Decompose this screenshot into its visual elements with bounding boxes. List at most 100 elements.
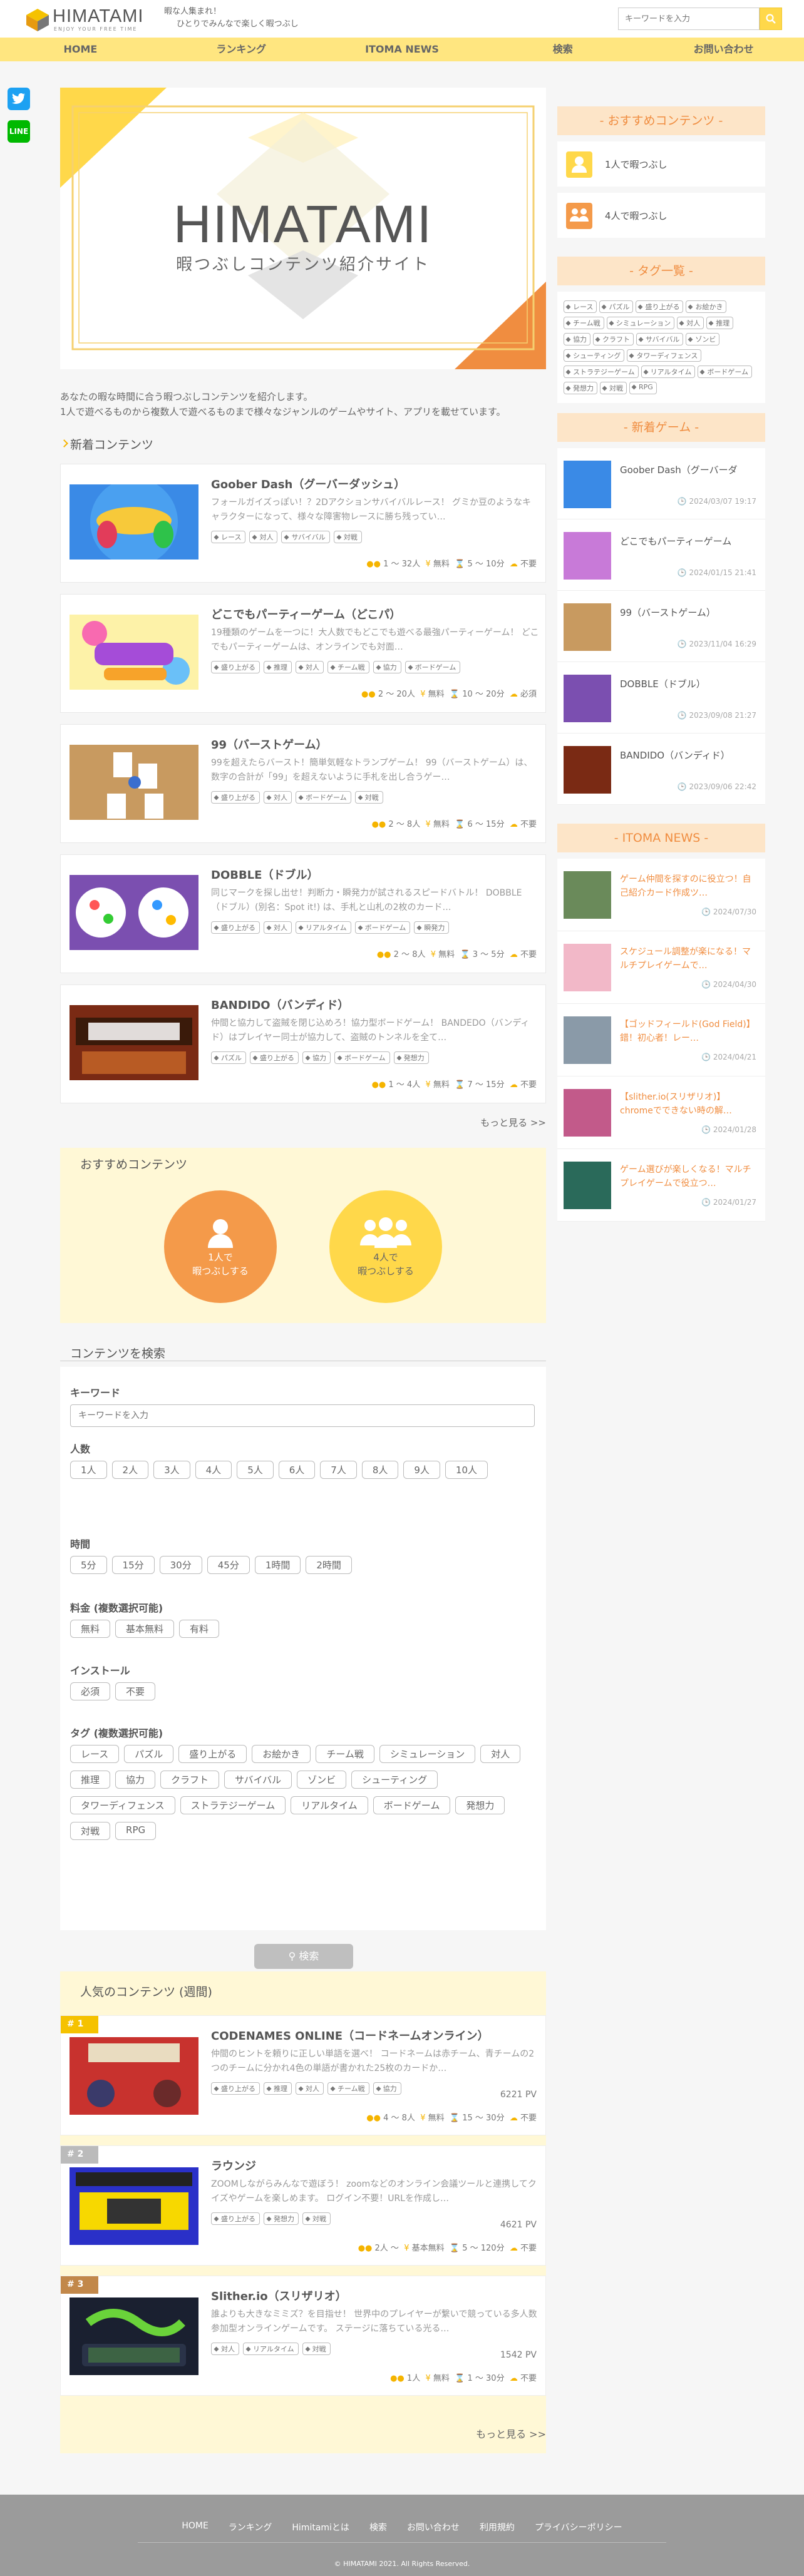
footer-link-ranking[interactable]: ランキング bbox=[229, 2521, 272, 2533]
popular-card[interactable]: # 2 ラウンジ ZOOMしながらみんなで遊ぼう！ zoomなどのオンライン会議… bbox=[60, 2145, 546, 2266]
tag-filter-chip[interactable]: クラフト bbox=[160, 1771, 220, 1789]
new-contents-more-link[interactable]: もっと見る >> bbox=[60, 1116, 546, 1129]
tag-filter-chip[interactable]: 盛り上がる bbox=[178, 1745, 247, 1763]
price-chip[interactable]: 無料 bbox=[70, 1620, 111, 1638]
time-chip[interactable]: 5分 bbox=[70, 1556, 107, 1574]
nav-ranking[interactable]: ランキング bbox=[161, 38, 322, 61]
tag-chip[interactable]: リアルタイム bbox=[641, 365, 696, 378]
tag-chip[interactable]: パズル bbox=[211, 1051, 246, 1064]
nav-search[interactable]: 検索 bbox=[482, 38, 643, 61]
footer-link-search[interactable]: 検索 bbox=[369, 2521, 387, 2533]
tag-chip[interactable]: 対戦 bbox=[354, 791, 383, 804]
tag-chip[interactable]: 盛り上がる bbox=[211, 661, 260, 673]
recommend-group-button[interactable]: 4人で 暇つぶしする bbox=[329, 1190, 442, 1303]
footer-link-about[interactable]: Himitamiとは bbox=[292, 2521, 349, 2533]
content-card[interactable]: DOBBLE（ドブル） 同じマークを探し出せ！判断力・瞬発力が試されるスピードバ… bbox=[60, 854, 546, 973]
install-chip[interactable]: 必須 bbox=[70, 1682, 111, 1700]
sidebar-news-item[interactable]: 【slither.io(スリザリオ)】chromeでできない時の解… 🕒 202… bbox=[557, 1076, 765, 1149]
tag-chip[interactable]: ストラテジーゲーム bbox=[564, 365, 639, 378]
tag-filter-chip[interactable]: ストラテジーゲーム bbox=[180, 1796, 286, 1814]
tag-filter-chip[interactable]: 推理 bbox=[70, 1771, 111, 1789]
tag-chip[interactable]: 盛り上がる bbox=[250, 1051, 299, 1064]
tag-filter-chip[interactable]: 対戦 bbox=[70, 1822, 111, 1840]
tag-filter-chip[interactable]: RPG bbox=[115, 1822, 157, 1840]
tag-chip[interactable]: 瞬発力 bbox=[414, 921, 450, 934]
time-chip[interactable]: 1時間 bbox=[254, 1556, 301, 1574]
tag-chip[interactable]: 推理 bbox=[706, 317, 734, 329]
tag-filter-chip[interactable]: ボードゲーム bbox=[373, 1796, 451, 1814]
tag-filter-chip[interactable]: チーム戦 bbox=[316, 1745, 374, 1763]
tag-chip[interactable]: 盛り上がる bbox=[211, 2212, 260, 2225]
tag-chip[interactable]: レース bbox=[564, 300, 597, 313]
tag-filter-chip[interactable]: リアルタイム bbox=[291, 1796, 368, 1814]
tag-filter-chip[interactable]: パズル bbox=[124, 1745, 174, 1763]
content-title[interactable]: Goober Dash（グーバーダッシュ） bbox=[211, 476, 405, 492]
tag-chip[interactable]: サバイバル bbox=[636, 333, 684, 345]
tag-chip[interactable]: 対人 bbox=[249, 531, 278, 543]
sidebar-game-item[interactable]: DOBBLE（ドブル） 🕒 2023/09/08 21:27 bbox=[557, 662, 765, 733]
sidebar-recommend-solo[interactable]: 1人で暇つぶし bbox=[557, 141, 765, 187]
tag-chip[interactable]: 協力 bbox=[373, 2082, 401, 2095]
tag-chip[interactable]: レース bbox=[211, 531, 246, 543]
sidebar-news-item[interactable]: スケジュール調整が楽になる！マルチプレイゲームで… 🕒 2024/04/30 bbox=[557, 931, 765, 1004]
tag-chip[interactable]: 対人 bbox=[211, 2343, 239, 2355]
recommend-solo-button[interactable]: 1人で 暇つぶしする bbox=[164, 1190, 277, 1303]
players-chip[interactable]: 5人 bbox=[237, 1461, 274, 1479]
players-chip[interactable]: 7人 bbox=[320, 1461, 357, 1479]
players-chip[interactable]: 4人 bbox=[195, 1461, 232, 1479]
popular-more-link[interactable]: もっと見る >> bbox=[476, 2426, 546, 2441]
sidebar-news-item[interactable]: 【ゴッドフィールド(God Field)】 錯！初心者！レー… 🕒 2024/0… bbox=[557, 1004, 765, 1076]
footer-link-contact[interactable]: お問い合わせ bbox=[407, 2521, 460, 2533]
install-chip[interactable]: 不要 bbox=[115, 1682, 156, 1700]
tag-chip[interactable]: 推理 bbox=[264, 2082, 292, 2095]
tag-chip[interactable]: 協力 bbox=[302, 1051, 331, 1064]
tag-filter-chip[interactable]: 協力 bbox=[115, 1771, 156, 1789]
tag-chip[interactable]: 盛り上がる bbox=[636, 300, 684, 313]
content-title[interactable]: CODENAMES ONLINE（コードネームオンライン） bbox=[211, 2027, 489, 2043]
keyword-input[interactable] bbox=[70, 1404, 535, 1427]
sidebar-game-item[interactable]: 99（バーストゲーム） 🕒 2023/11/04 16:29 bbox=[557, 591, 765, 662]
tag-chip[interactable]: 対戦 bbox=[600, 382, 627, 394]
tag-chip[interactable]: タワーディフェンス bbox=[627, 349, 702, 362]
players-chip[interactable]: 3人 bbox=[153, 1461, 190, 1479]
tag-chip[interactable]: 対戦 bbox=[302, 2212, 331, 2225]
players-chip[interactable]: 8人 bbox=[361, 1461, 399, 1479]
tag-chip[interactable]: ボードゲーム bbox=[354, 921, 411, 934]
tag-filter-chip[interactable]: タワーディフェンス bbox=[70, 1796, 175, 1814]
search-submit-button[interactable]: ⚲ 検索 bbox=[254, 1944, 353, 1969]
content-title[interactable]: 99（バーストゲーム） bbox=[211, 736, 327, 752]
players-chip[interactable]: 6人 bbox=[278, 1461, 316, 1479]
tag-chip[interactable]: ボードゲーム bbox=[296, 791, 351, 804]
time-chip[interactable]: 15分 bbox=[111, 1556, 155, 1574]
players-chip[interactable]: 9人 bbox=[403, 1461, 440, 1479]
footer-link-home[interactable]: HOME bbox=[182, 2521, 208, 2533]
popular-card[interactable]: # 3 Slither.io（スリザリオ） 誰よりも大きなミミズ？を目指せ！ 世… bbox=[60, 2276, 546, 2396]
tag-chip[interactable]: ボードゲーム bbox=[698, 365, 753, 378]
tag-chip[interactable]: 発想力 bbox=[564, 382, 597, 394]
sidebar-game-item[interactable]: BANDIDO（バンディド） 🕒 2023/09/06 22:42 bbox=[557, 733, 765, 805]
tag-chip[interactable]: RPG bbox=[629, 382, 657, 394]
content-card[interactable]: Goober Dash（グーバーダッシュ） フォールガイズっぽい！？2Dアクショ… bbox=[60, 464, 546, 583]
tag-chip[interactable]: チーム戦 bbox=[327, 661, 369, 673]
tag-chip[interactable]: クラフト bbox=[593, 333, 634, 345]
tag-chip[interactable]: 推理 bbox=[264, 661, 292, 673]
sidebar-news-item[interactable]: ゲーム仲間を探すのに役立つ！自己紹介カード作成ツ… 🕒 2024/07/30 bbox=[557, 859, 765, 931]
players-chip[interactable]: 10人 bbox=[445, 1461, 488, 1479]
tag-filter-chip[interactable]: お絵かき bbox=[252, 1745, 311, 1763]
tag-chip[interactable]: サバイバル bbox=[281, 531, 330, 543]
content-title[interactable]: BANDIDO（バンディド） bbox=[211, 996, 349, 1013]
popular-card[interactable]: # 1 CODENAMES ONLINE（コードネームオンライン） 仲間のヒント… bbox=[60, 2015, 546, 2135]
tag-chip[interactable]: 対戦 bbox=[302, 2343, 331, 2355]
tag-filter-chip[interactable]: 発想力 bbox=[455, 1796, 505, 1814]
tag-chip[interactable]: ボードゲーム bbox=[405, 661, 461, 673]
tag-chip[interactable]: 盛り上がる bbox=[211, 921, 260, 934]
tag-chip[interactable]: 対人 bbox=[677, 317, 704, 329]
tag-chip[interactable]: 盛り上がる bbox=[211, 2082, 260, 2095]
tag-chip[interactable]: リアルタイム bbox=[296, 921, 351, 934]
tag-chip[interactable]: 協力 bbox=[564, 333, 590, 345]
tag-chip[interactable]: お絵かき bbox=[686, 300, 727, 313]
site-logo[interactable]: HIMATAMI ENJOY YOUR FREE TIME bbox=[25, 5, 163, 34]
sidebar-game-item[interactable]: Goober Dash（グーバーダ 🕒 2024/03/07 19:17 bbox=[557, 448, 765, 519]
tag-chip[interactable]: チーム戦 bbox=[564, 317, 604, 329]
nav-home[interactable]: HOME bbox=[0, 38, 161, 61]
